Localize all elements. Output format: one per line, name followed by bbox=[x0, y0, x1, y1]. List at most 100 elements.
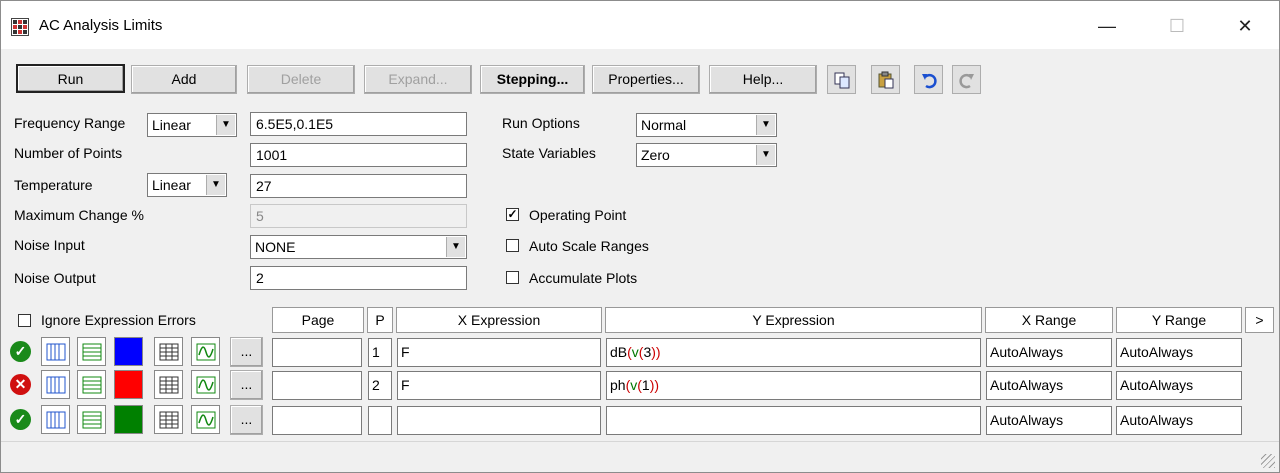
columns-icon bbox=[46, 411, 65, 428]
accumulate-plots-label: Accumulate Plots bbox=[529, 270, 638, 286]
run-options-select[interactable]: Normal ▼ bbox=[636, 113, 777, 137]
rows-button[interactable] bbox=[77, 405, 106, 434]
copy-button[interactable] bbox=[827, 65, 856, 94]
enable-toggle[interactable]: ✕ bbox=[6, 370, 35, 399]
rows-button[interactable] bbox=[77, 337, 106, 366]
column-header-page[interactable]: Page bbox=[272, 307, 364, 333]
y-expression-variable: v bbox=[631, 344, 639, 360]
close-button[interactable]: ✕ bbox=[1225, 13, 1265, 39]
curve-color-swatch[interactable] bbox=[114, 405, 143, 434]
properties-button[interactable]: Properties... bbox=[592, 65, 700, 94]
curve-color-swatch[interactable] bbox=[114, 337, 143, 366]
y-range-cell[interactable]: AutoAlways bbox=[1116, 371, 1242, 400]
plot-group-cell[interactable] bbox=[368, 406, 392, 435]
x-range-cell[interactable]: AutoAlways bbox=[986, 406, 1112, 435]
noise-output-input[interactable]: 2 bbox=[250, 266, 467, 290]
y-expression-cell[interactable]: ph(v(1)) bbox=[606, 371, 981, 400]
temperature-mode-select[interactable]: Linear ▼ bbox=[147, 173, 227, 197]
state-variables-value: Zero bbox=[641, 147, 670, 163]
chevron-down-icon: ▼ bbox=[756, 115, 775, 135]
columns-button[interactable] bbox=[41, 337, 70, 366]
frequency-range-input[interactable]: 6.5E5,0.1E5 bbox=[250, 112, 467, 136]
table-format-button[interactable] bbox=[154, 337, 183, 366]
x-range-cell[interactable]: AutoAlways bbox=[986, 338, 1112, 367]
waveform-icon bbox=[196, 343, 215, 360]
frequency-range-mode-select[interactable]: Linear ▼ bbox=[147, 113, 237, 137]
resize-grip-icon[interactable] bbox=[1261, 454, 1275, 468]
maximum-change-input[interactable]: 5 bbox=[250, 204, 467, 228]
title-bar: AC Analysis Limits — ☐ ✕ bbox=[1, 1, 1279, 49]
x-expression-cell[interactable] bbox=[397, 406, 601, 435]
noise-input-select[interactable]: NONE ▼ bbox=[250, 235, 467, 259]
page-cell[interactable] bbox=[272, 338, 362, 367]
waveform-button[interactable] bbox=[191, 405, 220, 434]
rows-icon bbox=[82, 343, 101, 360]
enable-toggle[interactable]: ✓ bbox=[6, 405, 35, 434]
rows-icon bbox=[82, 411, 101, 428]
rows-button[interactable] bbox=[77, 370, 106, 399]
x-range-cell[interactable]: AutoAlways bbox=[986, 371, 1112, 400]
y-range-cell[interactable]: AutoAlways bbox=[1116, 338, 1242, 367]
y-expression-cell[interactable]: dB(v(3)) bbox=[606, 338, 981, 367]
more-options-button[interactable]: ... bbox=[230, 337, 263, 367]
table-format-button[interactable] bbox=[154, 370, 183, 399]
column-header-y-expression[interactable]: Y Expression bbox=[605, 307, 982, 333]
y-expression-cell[interactable] bbox=[606, 406, 981, 435]
redo-button[interactable] bbox=[952, 65, 981, 94]
undo-button[interactable] bbox=[914, 65, 943, 94]
add-button[interactable]: Add bbox=[131, 65, 237, 94]
maximize-button[interactable]: ☐ bbox=[1157, 13, 1197, 39]
column-header-x-expression[interactable]: X Expression bbox=[396, 307, 602, 333]
accumulate-plots-checkbox[interactable] bbox=[506, 271, 519, 284]
number-of-points-input[interactable]: 1001 bbox=[250, 143, 467, 167]
delete-button[interactable]: Delete bbox=[247, 65, 355, 94]
plot-group-cell[interactable]: 1 bbox=[368, 338, 392, 367]
page-cell[interactable] bbox=[272, 371, 362, 400]
frequency-range-label: Frequency Range bbox=[14, 115, 126, 131]
plot-group-cell[interactable]: 2 bbox=[368, 371, 392, 400]
column-header-p[interactable]: P bbox=[367, 307, 393, 333]
column-header-x-range[interactable]: X Range bbox=[985, 307, 1113, 333]
grid-icon bbox=[159, 376, 178, 393]
app-icon bbox=[11, 18, 29, 36]
state-variables-label: State Variables bbox=[502, 145, 596, 161]
page-cell[interactable] bbox=[272, 406, 362, 435]
y-expression-function: dB bbox=[610, 344, 628, 360]
y-range-cell[interactable]: AutoAlways bbox=[1116, 406, 1242, 435]
chevron-down-icon: ▼ bbox=[756, 145, 775, 165]
temperature-input[interactable]: 27 bbox=[250, 174, 467, 198]
columns-button[interactable] bbox=[41, 370, 70, 399]
state-variables-select[interactable]: Zero ▼ bbox=[636, 143, 777, 167]
grid-icon bbox=[159, 411, 178, 428]
waveform-button[interactable] bbox=[191, 370, 220, 399]
x-expression-cell[interactable]: F bbox=[397, 371, 601, 400]
enable-toggle[interactable]: ✓ bbox=[6, 337, 35, 366]
expand-button[interactable]: Expand... bbox=[364, 65, 472, 94]
run-button[interactable]: Run bbox=[16, 64, 125, 93]
ignore-expression-errors-label: Ignore Expression Errors bbox=[41, 312, 196, 328]
operating-point-checkbox[interactable]: ✓ bbox=[506, 208, 519, 221]
auto-scale-ranges-checkbox[interactable] bbox=[506, 239, 519, 252]
curve-color-swatch[interactable] bbox=[114, 370, 143, 399]
help-button[interactable]: Help... bbox=[709, 65, 817, 94]
paste-button[interactable] bbox=[871, 65, 900, 94]
grid-icon bbox=[159, 343, 178, 360]
ignore-expression-errors-checkbox[interactable] bbox=[18, 314, 31, 327]
stepping-button[interactable]: Stepping... bbox=[480, 65, 585, 94]
x-expression-cell[interactable]: F bbox=[397, 338, 601, 367]
check-circle-icon: ✓ bbox=[10, 409, 31, 430]
table-format-button[interactable] bbox=[154, 405, 183, 434]
more-options-button[interactable]: ... bbox=[230, 405, 263, 435]
column-header-y-range[interactable]: Y Range bbox=[1116, 307, 1242, 333]
y-expression-node: 1 bbox=[641, 377, 650, 393]
redo-icon bbox=[958, 73, 974, 88]
more-options-button[interactable]: ... bbox=[230, 370, 263, 400]
more-columns-button[interactable]: > bbox=[1245, 307, 1274, 333]
minimize-button[interactable]: — bbox=[1087, 13, 1127, 39]
columns-button[interactable] bbox=[41, 405, 70, 434]
y-expression-function: ph bbox=[610, 377, 626, 393]
auto-scale-ranges-label: Auto Scale Ranges bbox=[529, 238, 649, 254]
run-options-label: Run Options bbox=[502, 115, 580, 131]
waveform-button[interactable] bbox=[191, 337, 220, 366]
chevron-down-icon: ▼ bbox=[446, 237, 465, 257]
